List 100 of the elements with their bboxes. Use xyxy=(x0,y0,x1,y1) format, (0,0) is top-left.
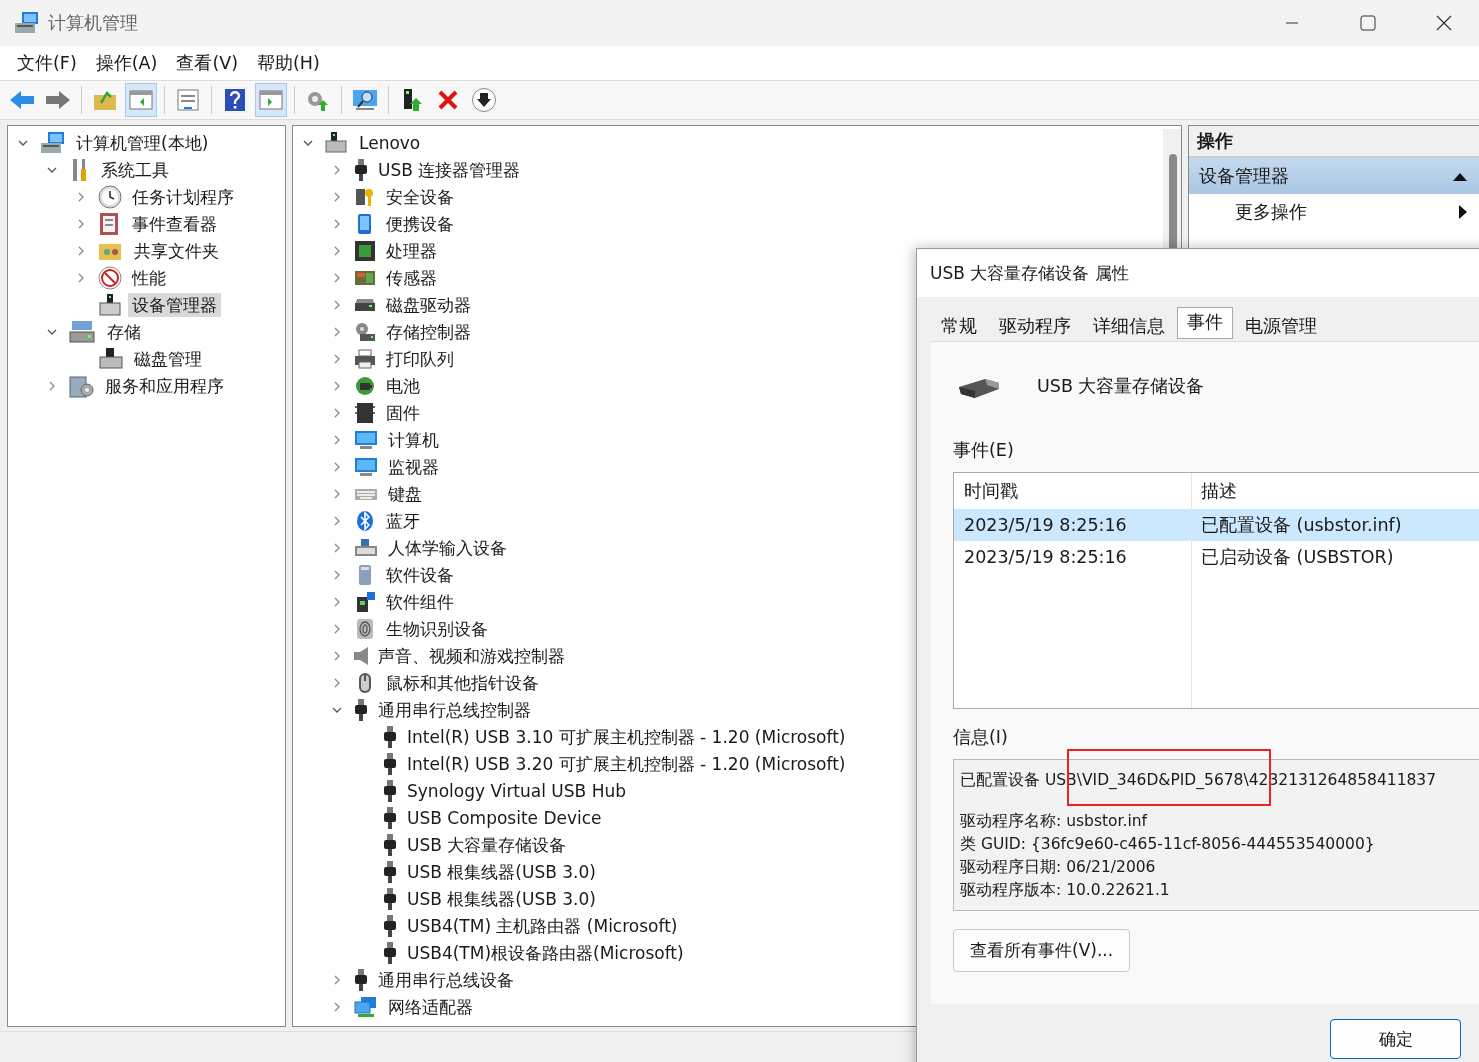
tree-item[interactable]: 蓝牙 xyxy=(382,508,424,533)
actions-section[interactable]: 设备管理器 xyxy=(1189,158,1479,194)
monitor-icon xyxy=(354,428,378,451)
tree-item[interactable]: 生物识别设备 xyxy=(382,616,492,641)
usb-plug-icon xyxy=(383,806,397,829)
tree-item[interactable]: USB 根集线器(USB 3.0) xyxy=(403,859,600,884)
info-line: 驱动程序名称: usbstor.inf xyxy=(960,811,1149,832)
column-header[interactable]: 描述 xyxy=(1191,479,1479,503)
tree-item[interactable]: 人体学输入设备 xyxy=(384,535,511,560)
services-icon xyxy=(69,373,95,398)
menu-item[interactable]: 文件(F) xyxy=(8,49,87,77)
back-arrow-icon xyxy=(9,89,35,111)
console-tree-icon xyxy=(129,89,153,111)
tree-item[interactable]: 服务和应用程序 xyxy=(101,373,228,398)
ok-button[interactable]: 确定 xyxy=(1330,1019,1461,1059)
menu-item[interactable]: 查看(V) xyxy=(167,49,248,77)
tree-item[interactable]: 固件 xyxy=(382,400,424,425)
events-label: 事件(E) xyxy=(953,439,1015,462)
usb-plug-icon xyxy=(354,158,368,181)
tree-item[interactable]: 磁盘驱动器 xyxy=(382,292,475,317)
tree-item[interactable]: 传感器 xyxy=(382,265,441,290)
tree-item[interactable]: Lenovo xyxy=(355,130,425,155)
tree-item[interactable]: 键盘 xyxy=(384,481,426,506)
tree-item[interactable]: 安全设备 xyxy=(382,184,458,209)
tree-item[interactable]: USB 根集线器(USB 3.0) xyxy=(403,886,600,911)
tree-item[interactable]: Synology Virtual USB Hub xyxy=(403,778,630,803)
fingerprint-icon xyxy=(354,617,376,640)
device-manager-icon xyxy=(98,292,122,317)
tree-item[interactable]: 计算机 xyxy=(384,427,443,452)
usb-plug-icon xyxy=(383,887,397,910)
tree-item[interactable]: 声音、视频和游戏控制器 xyxy=(374,643,569,668)
close-icon xyxy=(1436,15,1452,31)
tree-item[interactable]: Intel(R) USB 3.20 可扩展主机控制器 - 1.20 (Microsoft) xyxy=(403,751,850,776)
tree-item[interactable]: 性能 xyxy=(128,265,170,290)
tree-item[interactable]: 软件组件 xyxy=(382,589,458,614)
tree-item[interactable]: 共享文件夹 xyxy=(130,238,223,263)
help-icon xyxy=(224,88,246,112)
tree-item[interactable]: 存储控制器 xyxy=(382,319,475,344)
event-row[interactable]: 2023/5/19 8:25:16 已启动设备 (USBSTOR) xyxy=(954,541,1479,573)
disk-management-icon xyxy=(98,346,124,371)
tree-item[interactable]: 任务计划程序 xyxy=(128,184,238,209)
enable-device-icon xyxy=(401,88,423,112)
printer-icon xyxy=(354,347,376,370)
tree-item[interactable]: 打印队列 xyxy=(382,346,458,371)
download-icon xyxy=(471,87,497,113)
forward-arrow-icon xyxy=(45,89,71,111)
tree-item[interactable]: 通用串行总线控制器 xyxy=(374,697,535,722)
usb-plug-icon xyxy=(383,779,397,802)
computer-management-icon xyxy=(40,130,66,155)
table-cell-text: 2023/5/19 8:25:16 xyxy=(963,515,1128,535)
tree-item[interactable]: USB 连接器管理器 xyxy=(374,157,525,182)
info-line: 驱动程序版本: 10.0.22621.1 xyxy=(960,880,1171,901)
action-pane-icon xyxy=(259,89,283,111)
menu-item[interactable]: 操作(A) xyxy=(86,49,168,77)
dialog-title: USB 大容量存储设备 属性 xyxy=(917,249,1479,297)
tree-item[interactable]: 鼠标和其他指针设备 xyxy=(382,670,543,695)
tree-item[interactable]: 网络适配器 xyxy=(384,994,477,1019)
scan-monitor-icon xyxy=(352,88,378,112)
actions-header: 操作 xyxy=(1189,126,1479,158)
network-adapter-icon xyxy=(354,995,378,1018)
tree-item[interactable]: 软件设备 xyxy=(382,562,458,587)
info-line: 驱动程序日期: 06/21/2006 xyxy=(960,857,1157,878)
column-header[interactable]: 时间戳 xyxy=(954,479,1191,503)
tree-item[interactable]: USB4(TM) 主机路由器 (Microsoft) xyxy=(403,913,682,938)
tree-item[interactable]: 存储 xyxy=(103,319,145,344)
speaker-icon xyxy=(354,646,368,665)
tree-item[interactable]: 电池 xyxy=(382,373,424,398)
tree-item[interactable]: 通用串行总线设备 xyxy=(374,967,518,992)
drive-icon xyxy=(354,298,376,311)
tree-item[interactable]: Intel(R) USB 3.10 可扩展主机控制器 - 1.20 (Microsoft) xyxy=(403,724,850,749)
tree-item[interactable]: 事件查看器 xyxy=(128,211,221,236)
up-folder-icon xyxy=(93,89,117,111)
tree-item[interactable]: 设备管理器 xyxy=(128,292,221,317)
usb-plug-icon xyxy=(383,752,397,775)
tree-item[interactable]: 计算机管理(本地) xyxy=(72,130,213,155)
chip-icon xyxy=(354,239,376,262)
usb-plug-icon xyxy=(383,833,397,856)
storage-icon xyxy=(69,319,97,344)
tree-item[interactable]: 便携设备 xyxy=(382,211,458,236)
input-device-icon xyxy=(354,536,378,559)
tree-item[interactable]: USB Composite Device xyxy=(403,805,606,830)
action-item[interactable]: 更多操作 xyxy=(1189,194,1479,230)
tree-item[interactable]: 磁盘管理 xyxy=(130,346,206,371)
submenu-arrow-icon xyxy=(1459,205,1467,219)
tree-item[interactable]: 处理器 xyxy=(382,238,441,263)
storage-controller-icon xyxy=(354,320,376,343)
tree-item[interactable]: 监视器 xyxy=(384,454,443,479)
bluetooth-icon xyxy=(354,509,376,532)
usb-plug-icon xyxy=(383,914,397,937)
menu-item[interactable]: 帮助(H) xyxy=(248,49,330,77)
uninstall-icon xyxy=(437,89,459,111)
tree-item[interactable]: USB4(TM)根设备路由器(Microsoft) xyxy=(403,940,688,965)
info-label: 信息(I) xyxy=(953,726,1009,749)
tree-item[interactable]: USB 大容量存储设备 xyxy=(403,832,571,857)
dialog-tab[interactable]: 事件 xyxy=(1177,307,1233,339)
view-all-events-button[interactable]: 查看所有事件(V)... xyxy=(953,929,1131,972)
properties-icon xyxy=(176,89,200,111)
tree-item[interactable]: 系统工具 xyxy=(97,157,173,182)
event-row[interactable]: 2023/5/19 8:25:16 已配置设备 (usbstor.inf) xyxy=(954,509,1479,541)
table-cell-text: 2023/5/19 8:25:16 xyxy=(963,547,1128,567)
